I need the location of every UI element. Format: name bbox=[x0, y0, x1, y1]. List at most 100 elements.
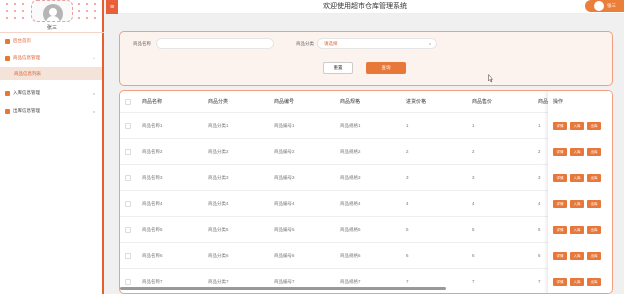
select-all-checkbox[interactable] bbox=[125, 99, 131, 105]
table-cell: 商品规格3 bbox=[340, 175, 361, 180]
detail-button[interactable]: 详情 bbox=[553, 148, 567, 156]
table-cell: 商品编号7 bbox=[274, 279, 295, 284]
operations-column: 操作 详情 入库 出库 详情 入库 出库 详情 入库 出库 详情 入库 出库 详情 入库 出库 详情 入库 出库详… bbox=[548, 91, 612, 293]
table-cell: 3 bbox=[538, 175, 541, 180]
inbound-button[interactable]: 入库 bbox=[570, 252, 584, 260]
mouse-cursor-icon bbox=[488, 74, 493, 83]
chevron-down-icon: v bbox=[93, 90, 95, 96]
table-row[interactable]: 商品名称3 商品分类3 商品编号3 商品规格3 3 3 3 bbox=[120, 165, 612, 191]
row-checkbox[interactable] bbox=[125, 201, 131, 207]
sidebar-item-product-list[interactable]: 商品信息列表 bbox=[0, 67, 102, 80]
row-checkbox[interactable] bbox=[125, 175, 131, 181]
outbound-button[interactable]: 出库 bbox=[587, 252, 601, 260]
inbound-button[interactable]: 入库 bbox=[570, 200, 584, 208]
product-name-label: 商品名称 bbox=[133, 41, 151, 46]
column-header: 商品规格 bbox=[340, 99, 361, 105]
sidebar-item-home[interactable]: 后台首页 bbox=[0, 34, 102, 48]
user-menu-button[interactable]: 张三 bbox=[585, 0, 624, 12]
table-row[interactable]: 商品名称1 商品分类1 商品编号1 商品规格1 1 1 1 bbox=[120, 113, 612, 139]
sidebar-item-product-management[interactable]: 商品信息管理 ^ bbox=[0, 51, 102, 65]
inbound-button[interactable]: 入库 bbox=[570, 148, 584, 156]
table-cell: 6 bbox=[406, 253, 409, 258]
detail-button[interactable]: 详情 bbox=[553, 252, 567, 260]
table-cell: 商品编号2 bbox=[274, 149, 295, 154]
table-cell: 3 bbox=[406, 175, 409, 180]
table-cell: 商品分类1 bbox=[208, 123, 229, 128]
sidebar-user-name: 张三 bbox=[46, 25, 57, 31]
inbound-button[interactable]: 入库 bbox=[570, 278, 584, 286]
table-cell: 6 bbox=[538, 253, 541, 258]
product-name-input[interactable] bbox=[156, 38, 274, 49]
table-cell: 6 bbox=[472, 253, 475, 258]
reset-button[interactable]: 重置 bbox=[323, 62, 353, 74]
row-checkbox[interactable] bbox=[125, 253, 131, 259]
grid-icon bbox=[5, 90, 10, 96]
chevron-up-icon: ^ bbox=[93, 55, 95, 61]
page-title: 欢迎使用超市仓库管理系统 bbox=[323, 3, 407, 10]
row-checkbox[interactable] bbox=[125, 279, 131, 285]
table-cell: 商品编号6 bbox=[274, 253, 295, 258]
outbound-button[interactable]: 出库 bbox=[587, 122, 601, 130]
inbound-button[interactable]: 入库 bbox=[570, 122, 584, 130]
horizontal-scrollbar[interactable] bbox=[120, 287, 446, 290]
table-cell: 1 bbox=[538, 123, 541, 128]
detail-button[interactable]: 详情 bbox=[553, 278, 567, 286]
outbound-button[interactable]: 出库 bbox=[587, 226, 601, 234]
table-cell: 商品分类5 bbox=[208, 227, 229, 232]
table-cell: 商品规格2 bbox=[340, 149, 361, 154]
table-cell: 5 bbox=[406, 227, 409, 232]
detail-button[interactable]: 详情 bbox=[553, 200, 567, 208]
user-menu-label: 张三 bbox=[607, 3, 616, 8]
outbound-button[interactable]: 出库 bbox=[587, 148, 601, 156]
outbound-button[interactable]: 出库 bbox=[587, 278, 601, 286]
row-checkbox[interactable] bbox=[125, 149, 131, 155]
sidebar-item-inbound-management[interactable]: 入库信息管理 v bbox=[0, 86, 102, 100]
table-cell: 商品规格7 bbox=[340, 279, 361, 284]
table-cell: 商品名称1 bbox=[142, 123, 163, 128]
column-header: 商品分类 bbox=[208, 99, 229, 105]
table-cell: 商品分类7 bbox=[208, 279, 229, 284]
table-header-row: 商品名称 商品分类 商品编号 商品规格 进货价格 商品售价 商品 bbox=[120, 91, 612, 113]
table-cell: 1 bbox=[406, 123, 409, 128]
inbound-button[interactable]: 入库 bbox=[570, 174, 584, 182]
table-row[interactable]: 商品名称2 商品分类2 商品编号2 商品规格2 2 2 2 bbox=[120, 139, 612, 165]
avatar[interactable] bbox=[31, 0, 73, 22]
table-cell: 商品名称5 bbox=[142, 227, 163, 232]
row-checkbox[interactable] bbox=[125, 227, 131, 233]
inbound-button[interactable]: 入库 bbox=[570, 226, 584, 234]
detail-button[interactable]: 详情 bbox=[553, 174, 567, 182]
table-row[interactable]: 商品名称5 商品分类5 商品编号5 商品规格5 5 5 5 bbox=[120, 217, 612, 243]
table-cell: 商品编号1 bbox=[274, 123, 295, 128]
outbound-button[interactable]: 出库 bbox=[587, 174, 601, 182]
column-header: 商品售价 bbox=[472, 99, 493, 105]
detail-button[interactable]: 详情 bbox=[553, 122, 567, 130]
chevron-down-icon: v bbox=[429, 41, 431, 46]
divider bbox=[0, 32, 104, 33]
table-cell: 4 bbox=[406, 201, 409, 206]
row-checkbox[interactable] bbox=[125, 123, 131, 129]
search-button[interactable]: 查询 bbox=[366, 62, 406, 74]
sidebar-item-outbound-management[interactable]: 出库信息管理 v bbox=[0, 104, 102, 118]
table-cell: 商品名称7 bbox=[142, 279, 163, 284]
table-cell: 商品编号3 bbox=[274, 175, 295, 180]
table-cell: 商品名称2 bbox=[142, 149, 163, 154]
table-row[interactable]: 商品名称6 商品分类6 商品编号6 商品规格6 6 6 6 bbox=[120, 243, 612, 269]
outbound-button[interactable]: 出库 bbox=[587, 200, 601, 208]
table-row[interactable]: 商品名称4 商品分类4 商品编号4 商品规格4 4 4 4 bbox=[120, 191, 612, 217]
detail-button[interactable]: 详情 bbox=[553, 226, 567, 234]
menu-toggle-button[interactable]: ≡ bbox=[106, 0, 118, 14]
category-select[interactable]: 请选择 v bbox=[317, 38, 437, 49]
product-table: 商品名称 商品分类 商品编号 商品规格 进货价格 商品售价 商品 商品名称1 商品… bbox=[119, 90, 613, 294]
table-cell: 商品规格6 bbox=[340, 253, 361, 258]
table-row[interactable]: 商品名称7 商品分类7 商品编号7 商品规格7 7 7 7 bbox=[120, 269, 612, 293]
avatar-icon bbox=[594, 1, 604, 11]
table-cell: 商品分类3 bbox=[208, 175, 229, 180]
sidebar-item-label: 商品信息管理 bbox=[13, 55, 40, 60]
table-cell: 5 bbox=[538, 227, 541, 232]
table-cell: 商品名称6 bbox=[142, 253, 163, 258]
table-cell: 7 bbox=[472, 279, 475, 284]
category-select-value: 请选择 bbox=[324, 40, 338, 46]
table-cell: 商品规格5 bbox=[340, 227, 361, 232]
grid-icon bbox=[5, 108, 10, 114]
table-cell: 商品名称4 bbox=[142, 201, 163, 206]
